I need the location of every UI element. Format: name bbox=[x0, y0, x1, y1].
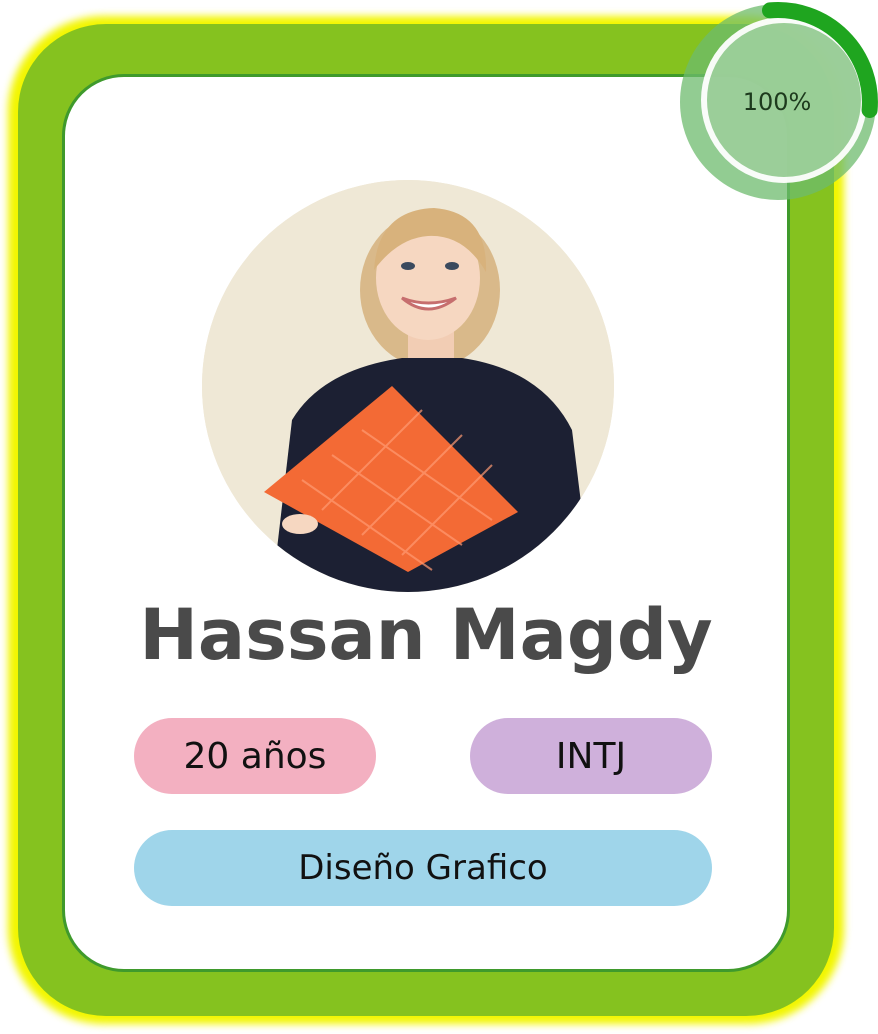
age-badge: 20 años bbox=[134, 718, 376, 794]
avatar[interactable] bbox=[202, 180, 614, 592]
progress-label: 100% bbox=[742, 88, 812, 116]
profile-name: Hassan Magdy bbox=[139, 594, 713, 676]
personality-type-label: INTJ bbox=[555, 735, 627, 777]
career-label: Diseño Grafico bbox=[298, 848, 548, 888]
profile-photo-icon bbox=[202, 180, 614, 592]
career-badge: Diseño Grafico bbox=[134, 830, 712, 906]
age-badge-label: 20 años bbox=[183, 735, 327, 777]
personality-type-badge: INTJ bbox=[470, 718, 712, 794]
profile-card-stage: Hassan Magdy 20 años INTJ Diseño Grafico… bbox=[0, 0, 878, 1034]
